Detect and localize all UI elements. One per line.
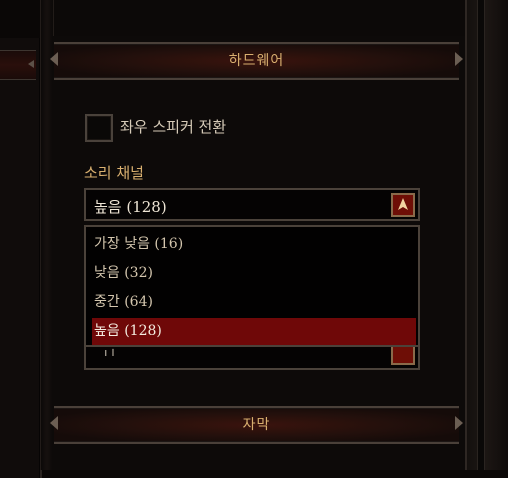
obscured-select[interactable]: 니 [84,343,420,370]
sound-channel-label: 소리 채널 [84,164,144,182]
dropdown-toggle-button[interactable] [391,193,415,217]
speaker-swap-label[interactable]: 좌우 스피커 전환 [120,116,226,137]
option-high[interactable]: 높음 (128) [92,318,416,345]
right-frame [465,0,508,470]
speaker-swap-checkbox[interactable] [85,114,113,142]
option-lowest[interactable]: 가장 낮음 (16) [92,231,416,258]
header-stud-icon [28,60,34,68]
option-low[interactable]: 낮음 (32) [92,260,416,287]
left-panel-header [0,50,36,80]
sound-channel-options: 가장 낮음 (16) 낮음 (32) 중간 (64) 높음 (128) [84,225,420,347]
section-header-hardware: 하드웨어 [50,42,463,80]
top-strip [52,0,465,38]
section-header-subtitles: 자막 [50,406,463,444]
section-title-subtitles: 자막 [242,417,271,433]
right-frame-rail [477,0,485,470]
sound-channel-select[interactable]: 높음 (128) [84,188,420,221]
settings-screen: 하드웨어 좌우 스피커 전환 소리 채널 높음 (128) 니 가장 낮음 (1… [0,0,508,478]
left-panel [0,38,42,478]
obscured-select-value: 니 [104,348,116,356]
settings-panel: 하드웨어 좌우 스피커 전환 소리 채널 높음 (128) 니 가장 낮음 (1… [50,36,465,470]
section-title-hardware: 하드웨어 [228,53,285,69]
arrow-up-icon [398,198,408,210]
option-medium[interactable]: 중간 (64) [92,289,416,316]
sound-channel-value: 높음 (128) [94,198,167,216]
